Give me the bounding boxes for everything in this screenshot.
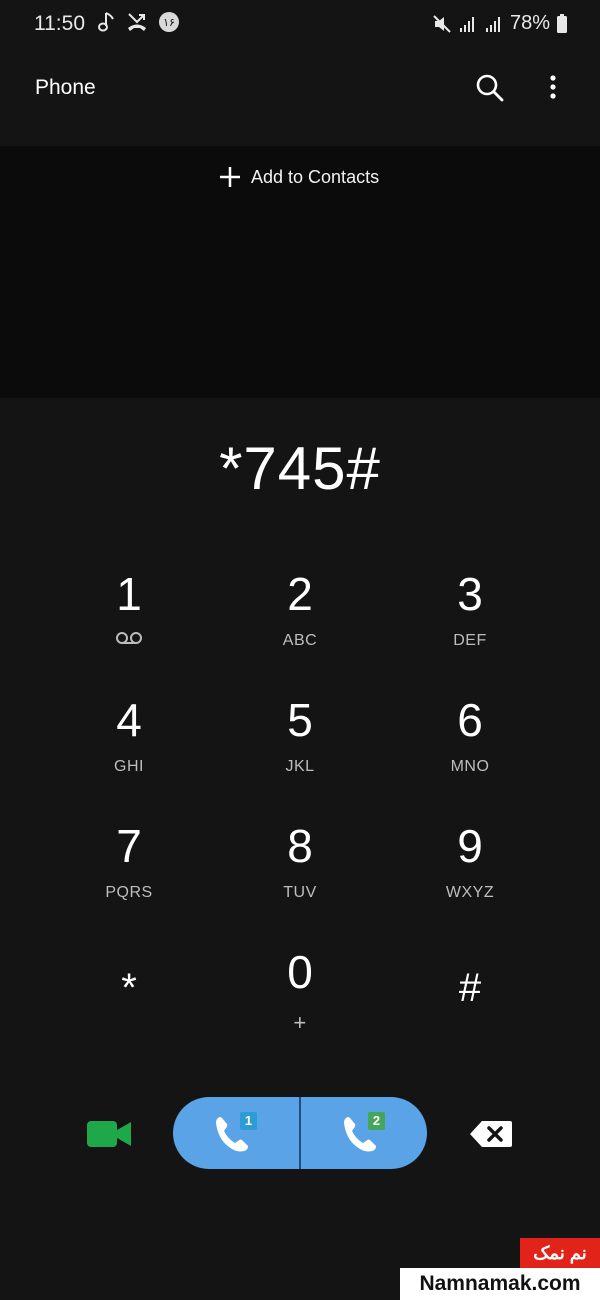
key-digit: 4	[116, 694, 142, 746]
key-4[interactable]: 4 GHI	[54, 686, 204, 796]
voicemail-icon	[116, 632, 142, 644]
key-letters: GHI	[114, 758, 144, 775]
notification-badge-icon: ۱۶	[159, 12, 179, 32]
key-digit: 9	[457, 820, 483, 872]
dialed-number[interactable]: *745#	[0, 434, 600, 503]
key-digit: 7	[116, 820, 142, 872]
video-camera-icon[interactable]	[84, 1114, 134, 1154]
key-digit: #	[458, 966, 482, 1010]
signal-icon	[485, 16, 500, 32]
signal-icon	[459, 16, 474, 32]
app-header: Phone	[0, 48, 600, 146]
search-icon[interactable]	[472, 70, 506, 104]
key-1[interactable]: 1	[54, 560, 204, 670]
watermark-logo-text: نم نمک	[520, 1238, 600, 1268]
status-bar: 11:50 ۱۶ 78%	[0, 0, 600, 48]
status-system-icons: 78%	[432, 12, 568, 35]
sim2-badge: 2	[368, 1112, 385, 1130]
key-sub	[54, 630, 204, 650]
contacts-suggestion-area: Add to Contacts	[0, 146, 600, 398]
key-letters: PQRS	[105, 884, 153, 901]
status-notification-icons: ۱۶	[98, 11, 180, 33]
mute-icon	[433, 14, 451, 33]
key-0[interactable]: 0 +	[225, 938, 375, 1048]
key-letters: JKL	[285, 758, 315, 775]
key-letters: MNO	[450, 758, 490, 775]
music-note-icon	[98, 12, 114, 32]
key-letters: WXYZ	[445, 884, 495, 901]
watermark-url: Namnamak.com	[400, 1268, 600, 1300]
call-buttons: 1 2	[173, 1097, 427, 1169]
key-5[interactable]: 5 JKL	[225, 686, 375, 796]
key-digit: 3	[457, 568, 483, 620]
key-6[interactable]: 6 MNO	[395, 686, 545, 796]
key-digit: 0	[287, 946, 313, 998]
key-letters: DEF	[453, 632, 487, 649]
call-sim2-button[interactable]: 2	[301, 1097, 427, 1169]
page-title: Phone	[35, 76, 96, 99]
plus-icon	[220, 167, 240, 187]
call-sim1-button[interactable]: 1	[173, 1097, 299, 1169]
missed-call-icon	[128, 13, 146, 31]
key-letters: +	[293, 1010, 307, 1035]
battery-percent: 78%	[509, 12, 550, 34]
key-digit: 5	[287, 694, 313, 746]
more-vert-icon[interactable]	[540, 70, 566, 104]
key-letters: TUV	[283, 884, 317, 901]
add-to-contacts-label: Add to Contacts	[251, 166, 380, 187]
battery-icon	[557, 13, 567, 33]
key-star[interactable]: *	[54, 962, 204, 1072]
key-digit: 2	[287, 568, 313, 620]
key-digit: 1	[116, 568, 142, 620]
key-9[interactable]: 9 WXYZ	[395, 812, 545, 922]
key-digit: *	[121, 966, 137, 1010]
key-2[interactable]: 2 ABC	[225, 560, 375, 670]
key-7[interactable]: 7 PQRS	[54, 812, 204, 922]
key-8[interactable]: 8 TUV	[225, 812, 375, 922]
backspace-icon[interactable]	[468, 1118, 514, 1150]
add-to-contacts-button[interactable]: Add to Contacts	[218, 165, 379, 189]
key-letters: ABC	[282, 632, 318, 649]
svg-text:۱۶: ۱۶	[163, 16, 175, 29]
status-time: 11:50	[34, 12, 85, 35]
key-hash[interactable]: #	[395, 962, 545, 1072]
key-3[interactable]: 3 DEF	[395, 560, 545, 670]
sim1-badge: 1	[240, 1112, 257, 1130]
key-digit: 8	[287, 820, 313, 872]
key-digit: 6	[457, 694, 483, 746]
